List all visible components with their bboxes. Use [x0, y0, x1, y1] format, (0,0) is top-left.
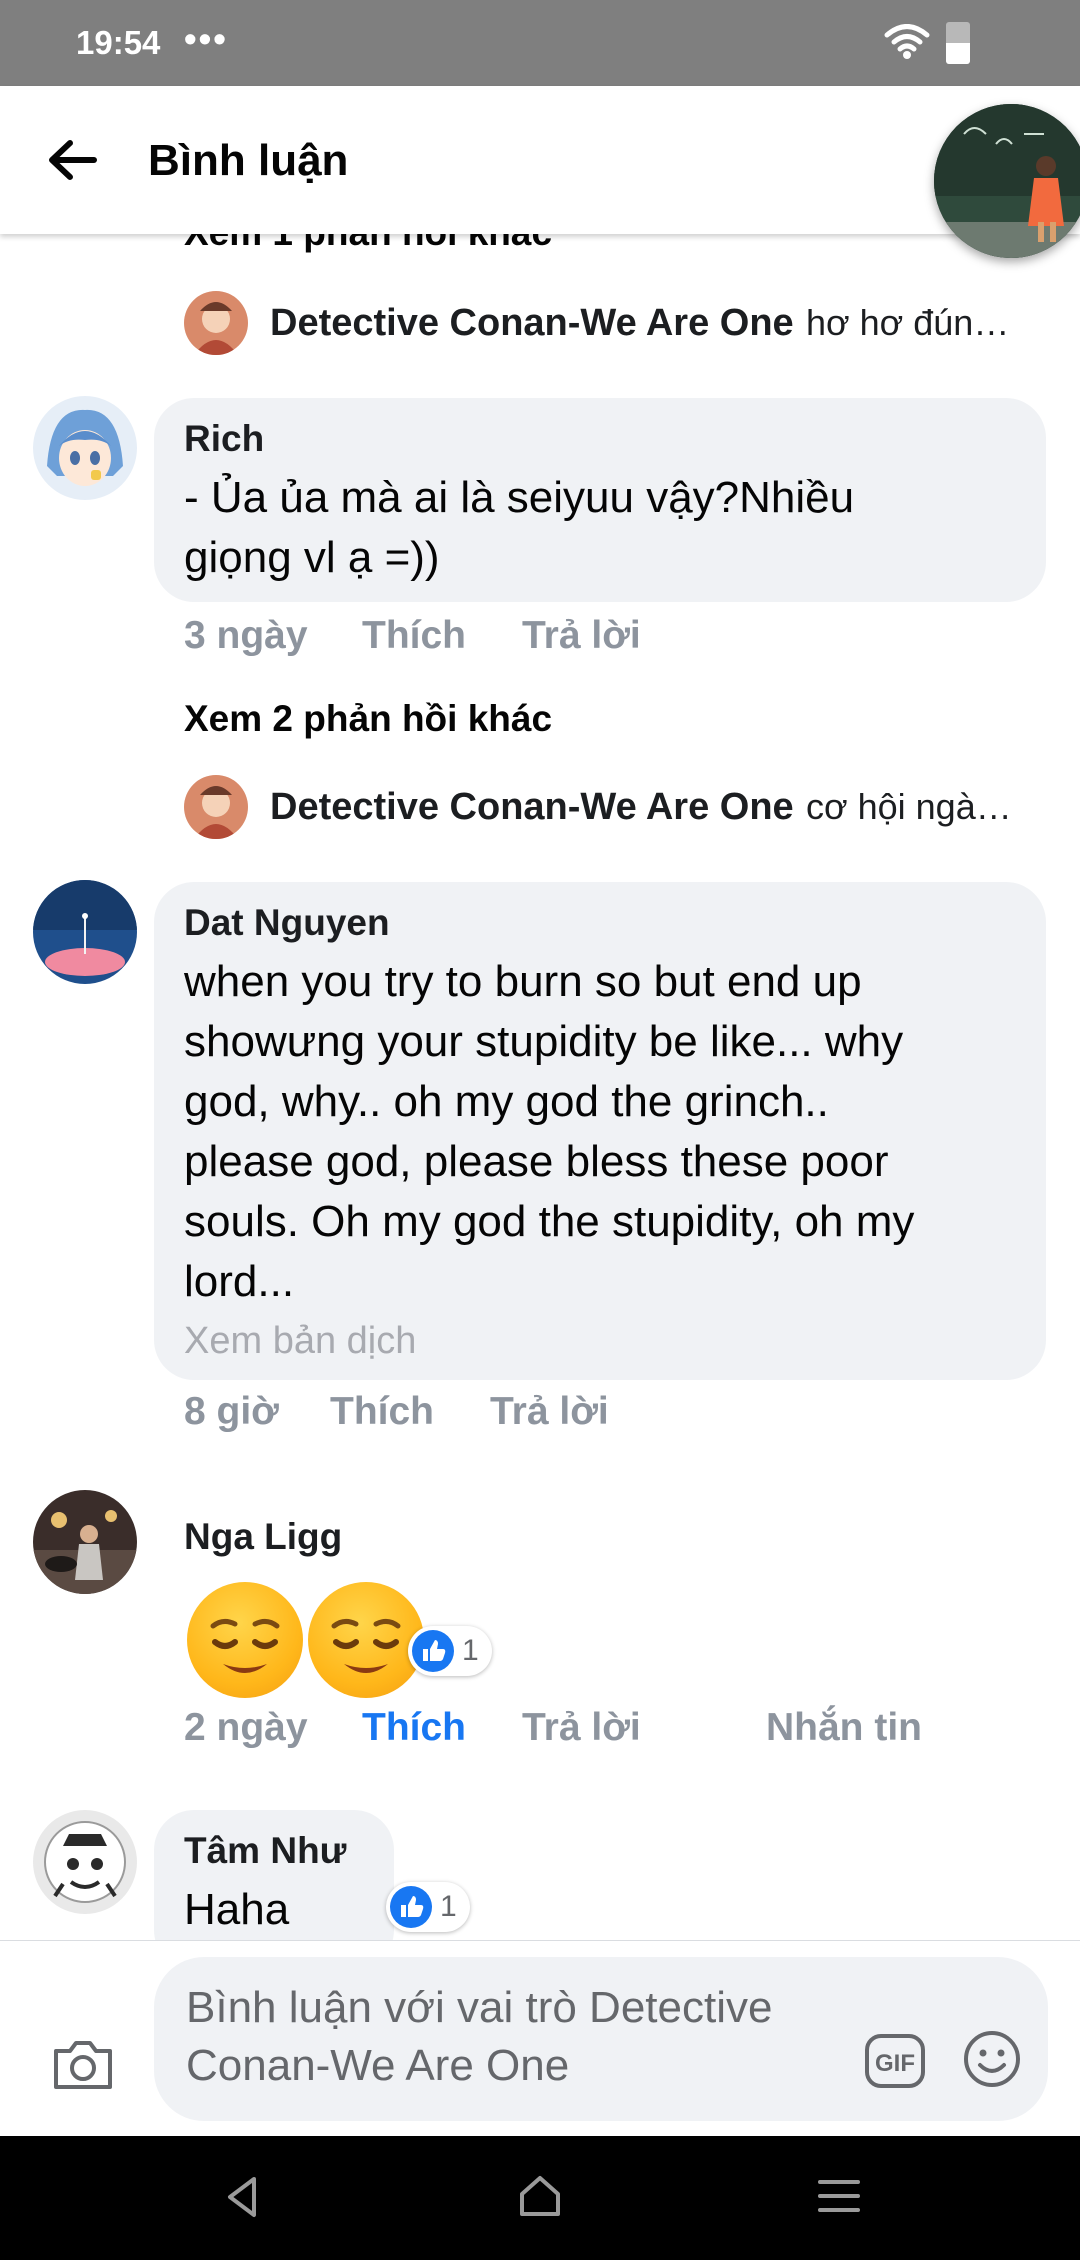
reply-preview[interactable]: Detective Conan-We Are One hơ hơ đún… [184, 288, 1044, 358]
reaction-summary[interactable]: 1 [386, 1882, 470, 1932]
battery-icon [946, 22, 970, 64]
chat-head-avatar[interactable] [934, 104, 1080, 258]
comment-composer: Bình luận với vai trò Detective Conan-We… [0, 1940, 1080, 2136]
like-button[interactable]: Thích [330, 1390, 434, 1434]
comment-author[interactable]: Dat Nguyen [184, 902, 390, 944]
like-thumb-icon [390, 1886, 432, 1928]
notification-dots: ••• [184, 18, 228, 59]
camera-icon[interactable] [50, 2037, 116, 2093]
reaction-count: 1 [440, 1890, 457, 1923]
comment-text: Haha [184, 1885, 290, 1934]
reply-button[interactable]: Trả lời [522, 1706, 641, 1750]
view-more-replies-link[interactable]: Xem 1 phản hồi khác [184, 234, 552, 254]
relieved-face-emoji [308, 1582, 424, 1698]
comment-bubble[interactable]: Dat Nguyen when you try to burn so but e… [154, 882, 1046, 1380]
svg-text:GIF: GIF [875, 2050, 915, 2077]
comment-author[interactable]: Nga Ligg [184, 1516, 342, 1558]
page-avatar [184, 775, 248, 839]
comment-text: - Ủa ủa mà ai là seiyuu vậy?Nhiều giọng … [184, 473, 855, 582]
reply-text: cơ hội ngà… [806, 786, 1012, 827]
gif-icon[interactable]: GIF [864, 2033, 926, 2089]
reaction-count: 1 [462, 1634, 479, 1667]
wifi-icon [884, 24, 930, 59]
app-header: Bình luận [0, 86, 1080, 258]
reply-preview[interactable]: Detective Conan-We Are One cơ hội ngà… [184, 772, 1044, 842]
status-bar: 19:54 ••• [0, 0, 1080, 86]
view-more-replies-link[interactable]: Xem 2 phản hồi khác [184, 698, 552, 740]
comment-input-placeholder: Bình luận với vai trò Detective Conan-We… [186, 1983, 773, 2090]
like-button[interactable]: Thích [362, 1706, 466, 1750]
comment-time: 3 ngày [184, 614, 308, 657]
nav-menu-icon[interactable] [818, 2176, 860, 2216]
reply-button[interactable]: Trả lời [490, 1390, 609, 1434]
comment-time: 2 ngày [184, 1706, 308, 1749]
comment-text: when you try to burn so but end up showư… [184, 957, 915, 1306]
message-button[interactable]: Nhắn tin [766, 1706, 922, 1750]
comment-bubble[interactable]: Tâm Như Haha [154, 1810, 394, 1940]
status-time: 19:54 [76, 24, 161, 61]
back-arrow-icon[interactable] [46, 138, 98, 182]
nav-home-icon[interactable] [516, 2172, 564, 2220]
see-translation-link[interactable]: Xem bản dịch [184, 1320, 416, 1363]
reply-author[interactable]: Detective Conan-We Are One [270, 786, 794, 829]
reply-author[interactable]: Detective Conan-We Are One [270, 302, 794, 345]
nav-back-icon[interactable] [222, 2174, 262, 2220]
comments-feed[interactable]: Xem 1 phản hồi khác Detective Conan-We A… [0, 234, 1080, 1940]
system-navigation-bar [0, 2136, 1080, 2260]
page-avatar [184, 291, 248, 355]
page-title: Bình luận [148, 136, 349, 185]
avatar[interactable] [33, 880, 137, 984]
avatar[interactable] [33, 396, 137, 500]
comment-input[interactable]: Bình luận với vai trò Detective Conan-We… [154, 1957, 1048, 2121]
reply-text: hơ hơ đún… [806, 302, 1010, 343]
comment-bubble[interactable]: Rich - Ủa ủa mà ai là seiyuu vậy?Nhiều g… [154, 398, 1046, 602]
reaction-summary[interactable]: 1 [408, 1626, 492, 1676]
comment-author[interactable]: Tâm Như [184, 1830, 346, 1872]
like-button[interactable]: Thích [362, 614, 466, 658]
comment-author[interactable]: Rich [184, 418, 264, 460]
reply-button[interactable]: Trả lời [522, 614, 641, 658]
avatar[interactable] [33, 1490, 137, 1594]
smiley-icon[interactable] [962, 2029, 1022, 2089]
comment-time: 8 giờ [184, 1390, 279, 1433]
relieved-face-emoji [187, 1582, 303, 1698]
like-thumb-icon [412, 1630, 454, 1672]
avatar[interactable] [33, 1810, 137, 1914]
